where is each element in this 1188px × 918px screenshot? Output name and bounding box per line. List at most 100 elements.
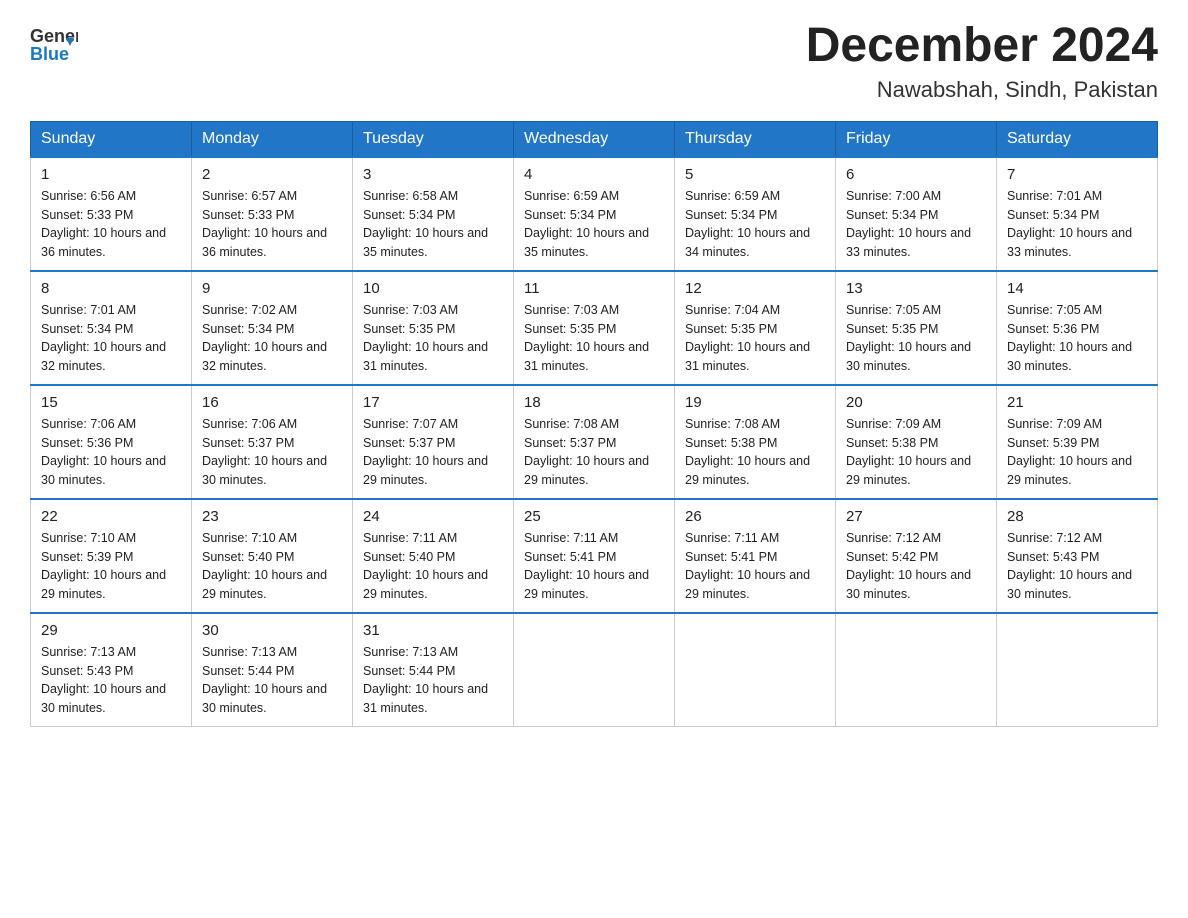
day-info: Sunrise: 7:11 AMSunset: 5:41 PMDaylight:…: [685, 529, 825, 604]
day-number: 29: [41, 622, 181, 639]
day-number: 24: [363, 508, 503, 525]
day-number: 6: [846, 166, 986, 183]
day-info: Sunrise: 6:59 AMSunset: 5:34 PMDaylight:…: [524, 187, 664, 262]
day-number: 12: [685, 280, 825, 297]
calendar-cell: 19Sunrise: 7:08 AMSunset: 5:38 PMDayligh…: [675, 385, 836, 499]
calendar-cell: 25Sunrise: 7:11 AMSunset: 5:41 PMDayligh…: [514, 499, 675, 613]
day-info: Sunrise: 6:59 AMSunset: 5:34 PMDaylight:…: [685, 187, 825, 262]
logo-icon: General Blue: [30, 20, 78, 68]
calendar-cell: 18 Sunrise: 7:08 AMSunset: 5:37 PMDayligh…: [514, 385, 675, 499]
month-title: December 2024: [806, 20, 1158, 73]
day-number: 25: [524, 508, 664, 525]
weekday-header-sunday: Sunday: [31, 121, 192, 157]
day-info: Sunrise: 7:05 AMSunset: 5:35 PMDaylight:…: [846, 301, 986, 376]
day-number: 17: [363, 394, 503, 411]
calendar-week-row: 22 Sunrise: 7:10 AMSunset: 5:39 PMDayligh…: [31, 499, 1158, 613]
day-info: Sunrise: 7:09 AMSunset: 5:39 PMDaylight:…: [1007, 415, 1147, 490]
page-header: General Blue December 2024 Nawabshah, Si…: [30, 20, 1158, 103]
calendar-week-row: 29 Sunrise: 7:13 AMSunset: 5:43 PMDayligh…: [31, 613, 1158, 727]
day-number: 10: [363, 280, 503, 297]
calendar-cell: 17 Sunrise: 7:07 AMSunset: 5:37 PMDayligh…: [353, 385, 514, 499]
day-number: 5: [685, 166, 825, 183]
calendar-cell: 5 Sunrise: 6:59 AMSunset: 5:34 PMDaylight…: [675, 157, 836, 271]
calendar-cell: 7Sunrise: 7:01 AMSunset: 5:34 PMDaylight…: [997, 157, 1158, 271]
calendar-cell: 27 Sunrise: 7:12 AMSunset: 5:42 PMDayligh…: [836, 499, 997, 613]
day-number: 3: [363, 166, 503, 183]
svg-text:Blue: Blue: [30, 44, 69, 64]
day-info: Sunrise: 7:10 AMSunset: 5:40 PMDaylight:…: [202, 529, 342, 604]
day-number: 21: [1007, 394, 1147, 411]
day-number: 2: [202, 166, 342, 183]
title-block: December 2024 Nawabshah, Sindh, Pakistan: [806, 20, 1158, 103]
day-number: 31: [363, 622, 503, 639]
day-number: 1: [41, 166, 181, 183]
calendar-cell: 9 Sunrise: 7:02 AMSunset: 5:34 PMDaylight…: [192, 271, 353, 385]
day-number: 26: [685, 508, 825, 525]
weekday-header-row: SundayMondayTuesdayWednesdayThursdayFrid…: [31, 121, 1158, 157]
calendar-week-row: 15Sunrise: 7:06 AMSunset: 5:36 PMDayligh…: [31, 385, 1158, 499]
day-info: Sunrise: 7:13 AMSunset: 5:44 PMDaylight:…: [363, 643, 503, 718]
day-number: 7: [1007, 166, 1147, 183]
day-number: 22: [41, 508, 181, 525]
calendar-week-row: 8Sunrise: 7:01 AMSunset: 5:34 PMDaylight…: [31, 271, 1158, 385]
day-info: Sunrise: 7:07 AMSunset: 5:37 PMDaylight:…: [363, 415, 503, 490]
day-info: Sunrise: 7:10 AMSunset: 5:39 PMDaylight:…: [41, 529, 181, 604]
day-number: 16: [202, 394, 342, 411]
calendar-cell: 26 Sunrise: 7:11 AMSunset: 5:41 PMDayligh…: [675, 499, 836, 613]
calendar-cell: 1Sunrise: 6:56 AMSunset: 5:33 PMDaylight…: [31, 157, 192, 271]
day-info: Sunrise: 7:00 AMSunset: 5:34 PMDaylight:…: [846, 187, 986, 262]
day-info: Sunrise: 7:05 AMSunset: 5:36 PMDaylight:…: [1007, 301, 1147, 376]
day-info: Sunrise: 6:57 AMSunset: 5:33 PMDaylight:…: [202, 187, 342, 262]
calendar-table: SundayMondayTuesdayWednesdayThursdayFrid…: [30, 121, 1158, 727]
day-number: 14: [1007, 280, 1147, 297]
calendar-cell: 14 Sunrise: 7:05 AMSunset: 5:36 PMDayligh…: [997, 271, 1158, 385]
calendar-cell: 24 Sunrise: 7:11 AMSunset: 5:40 PMDayligh…: [353, 499, 514, 613]
calendar-cell: [997, 613, 1158, 727]
day-info: Sunrise: 7:11 AMSunset: 5:40 PMDaylight:…: [363, 529, 503, 604]
calendar-cell: 11Sunrise: 7:03 AMSunset: 5:35 PMDayligh…: [514, 271, 675, 385]
day-info: Sunrise: 7:08 AMSunset: 5:37 PMDaylight:…: [524, 415, 664, 490]
weekday-header-saturday: Saturday: [997, 121, 1158, 157]
calendar-cell: 2 Sunrise: 6:57 AMSunset: 5:33 PMDaylight…: [192, 157, 353, 271]
calendar-cell: 22 Sunrise: 7:10 AMSunset: 5:39 PMDayligh…: [31, 499, 192, 613]
day-number: 20: [846, 394, 986, 411]
day-info: Sunrise: 7:12 AMSunset: 5:42 PMDaylight:…: [846, 529, 986, 604]
weekday-header-monday: Monday: [192, 121, 353, 157]
calendar-cell: 21 Sunrise: 7:09 AMSunset: 5:39 PMDayligh…: [997, 385, 1158, 499]
calendar-cell: 8Sunrise: 7:01 AMSunset: 5:34 PMDaylight…: [31, 271, 192, 385]
day-number: 9: [202, 280, 342, 297]
calendar-cell: [836, 613, 997, 727]
day-info: Sunrise: 7:09 AMSunset: 5:38 PMDaylight:…: [846, 415, 986, 490]
calendar-cell: 4Sunrise: 6:59 AMSunset: 5:34 PMDaylight…: [514, 157, 675, 271]
calendar-body: 1Sunrise: 6:56 AMSunset: 5:33 PMDaylight…: [31, 157, 1158, 727]
calendar-cell: [675, 613, 836, 727]
day-number: 27: [846, 508, 986, 525]
day-info: Sunrise: 7:04 AMSunset: 5:35 PMDaylight:…: [685, 301, 825, 376]
calendar-cell: 10 Sunrise: 7:03 AMSunset: 5:35 PMDayligh…: [353, 271, 514, 385]
calendar-cell: 20 Sunrise: 7:09 AMSunset: 5:38 PMDayligh…: [836, 385, 997, 499]
logo: General Blue: [30, 20, 78, 68]
calendar-cell: 6 Sunrise: 7:00 AMSunset: 5:34 PMDaylight…: [836, 157, 997, 271]
day-info: Sunrise: 7:01 AMSunset: 5:34 PMDaylight:…: [41, 301, 181, 376]
calendar-cell: 13 Sunrise: 7:05 AMSunset: 5:35 PMDayligh…: [836, 271, 997, 385]
day-info: Sunrise: 7:03 AMSunset: 5:35 PMDaylight:…: [524, 301, 664, 376]
day-number: 18: [524, 394, 664, 411]
calendar-cell: 29 Sunrise: 7:13 AMSunset: 5:43 PMDayligh…: [31, 613, 192, 727]
day-number: 28: [1007, 508, 1147, 525]
day-info: Sunrise: 7:02 AMSunset: 5:34 PMDaylight:…: [202, 301, 342, 376]
weekday-header-thursday: Thursday: [675, 121, 836, 157]
day-number: 30: [202, 622, 342, 639]
calendar-cell: 31 Sunrise: 7:13 AMSunset: 5:44 PMDayligh…: [353, 613, 514, 727]
day-info: Sunrise: 7:03 AMSunset: 5:35 PMDaylight:…: [363, 301, 503, 376]
calendar-cell: 28Sunrise: 7:12 AMSunset: 5:43 PMDayligh…: [997, 499, 1158, 613]
weekday-header-friday: Friday: [836, 121, 997, 157]
calendar-header: SundayMondayTuesdayWednesdayThursdayFrid…: [31, 121, 1158, 157]
day-info: Sunrise: 7:06 AMSunset: 5:37 PMDaylight:…: [202, 415, 342, 490]
location-title: Nawabshah, Sindh, Pakistan: [806, 77, 1158, 103]
day-number: 13: [846, 280, 986, 297]
day-number: 15: [41, 394, 181, 411]
day-info: Sunrise: 7:13 AMSunset: 5:43 PMDaylight:…: [41, 643, 181, 718]
calendar-cell: 15Sunrise: 7:06 AMSunset: 5:36 PMDayligh…: [31, 385, 192, 499]
calendar-cell: 23Sunrise: 7:10 AMSunset: 5:40 PMDayligh…: [192, 499, 353, 613]
calendar-cell: 3Sunrise: 6:58 AMSunset: 5:34 PMDaylight…: [353, 157, 514, 271]
